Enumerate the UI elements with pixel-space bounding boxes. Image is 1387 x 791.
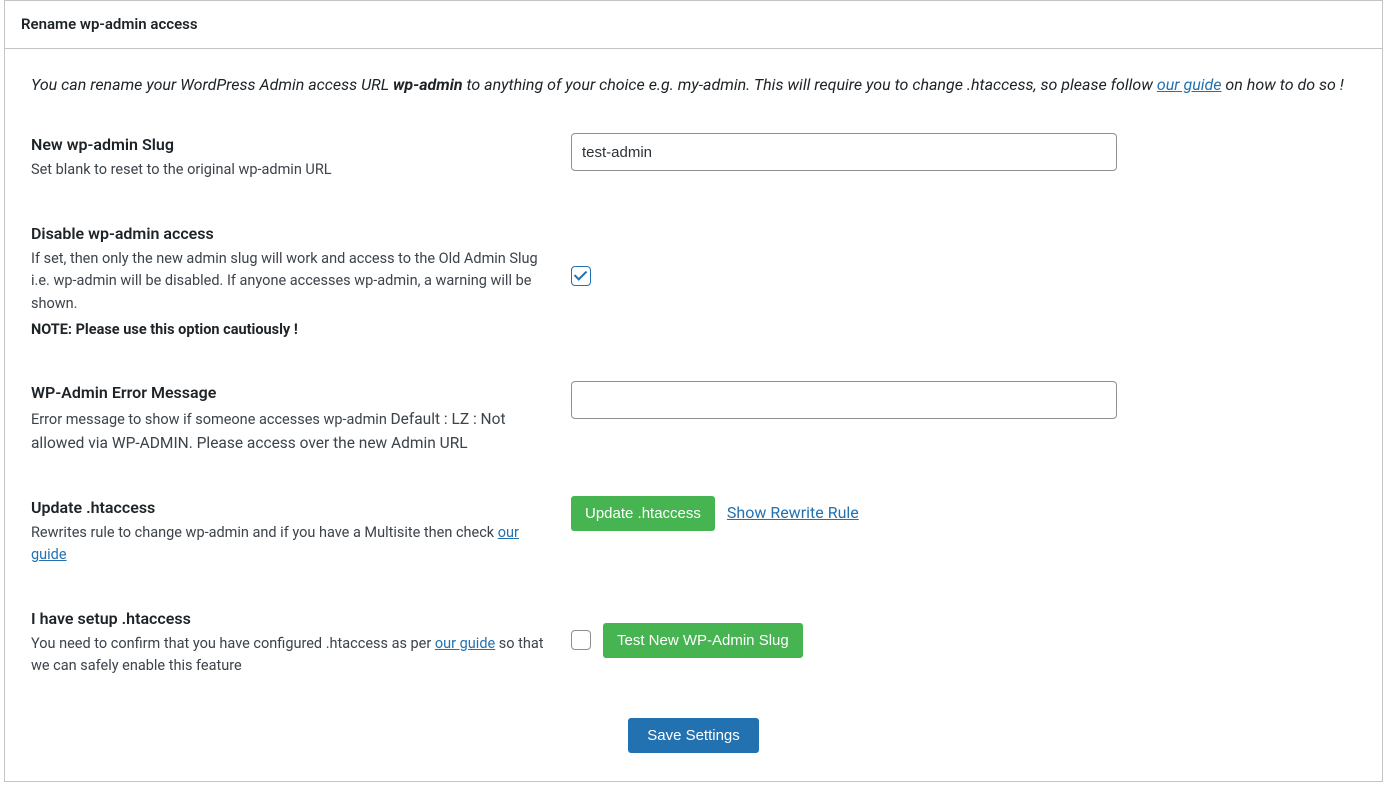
row-errmsg: WP-Admin Error Message Error message to …	[31, 381, 1356, 456]
show-rewrite-rule-link[interactable]: Show Rewrite Rule	[727, 501, 859, 525]
confirm-label: I have setup .htaccess	[31, 607, 551, 631]
errmsg-input[interactable]	[571, 381, 1117, 419]
intro-guide-link[interactable]: our guide	[1157, 75, 1222, 94]
row-confirm: I have setup .htaccess You need to confi…	[31, 607, 1356, 678]
panel-title: Rename wp-admin access	[5, 1, 1382, 49]
htaccess-desc-prefix: Rewrites rule to change wp-admin and if …	[31, 524, 498, 541]
confirm-desc-prefix: You need to confirm that you have config…	[31, 635, 435, 652]
slug-desc: Set blank to reset to the original wp-ad…	[31, 159, 551, 181]
confirm-desc: You need to confirm that you have config…	[31, 633, 551, 678]
slug-label: New wp-admin Slug	[31, 133, 551, 157]
test-slug-button[interactable]: Test New WP-Admin Slug	[603, 623, 803, 658]
intro-mid: to anything of your choice e.g. my-admin…	[463, 75, 1157, 94]
errmsg-label: WP-Admin Error Message	[31, 381, 551, 405]
confirm-guide-link[interactable]: our guide	[435, 635, 495, 652]
intro-prefix: You can rename your WordPress Admin acce…	[31, 75, 393, 94]
errmsg-desc: Error message to show if someone accesse…	[31, 407, 551, 456]
confirm-checkbox[interactable]	[571, 630, 591, 650]
htaccess-desc: Rewrites rule to change wp-admin and if …	[31, 522, 551, 567]
intro-suffix: on how to do so !	[1222, 75, 1344, 94]
intro-text: You can rename your WordPress Admin acce…	[31, 73, 1356, 98]
slug-input[interactable]	[571, 133, 1117, 171]
disable-checkbox[interactable]	[571, 266, 591, 286]
row-slug: New wp-admin Slug Set blank to reset to …	[31, 133, 1356, 181]
disable-label: Disable wp-admin access	[31, 222, 551, 246]
update-htaccess-button[interactable]: Update .htaccess	[571, 496, 715, 531]
rename-wp-admin-panel: Rename wp-admin access You can rename yo…	[4, 0, 1383, 782]
intro-bold: wp-admin	[393, 75, 463, 94]
save-settings-button[interactable]: Save Settings	[628, 718, 759, 753]
disable-desc: If set, then only the new admin slug wil…	[31, 248, 551, 315]
htaccess-label: Update .htaccess	[31, 496, 551, 520]
errmsg-desc-prefix: Error message to show if someone accesse…	[31, 411, 390, 428]
panel-body: You can rename your WordPress Admin acce…	[5, 49, 1382, 781]
save-row: Save Settings	[31, 718, 1356, 753]
disable-note: NOTE: Please use this option cautiously …	[31, 319, 551, 341]
row-disable: Disable wp-admin access If set, then onl…	[31, 222, 1356, 341]
row-htaccess: Update .htaccess Rewrites rule to change…	[31, 496, 1356, 567]
